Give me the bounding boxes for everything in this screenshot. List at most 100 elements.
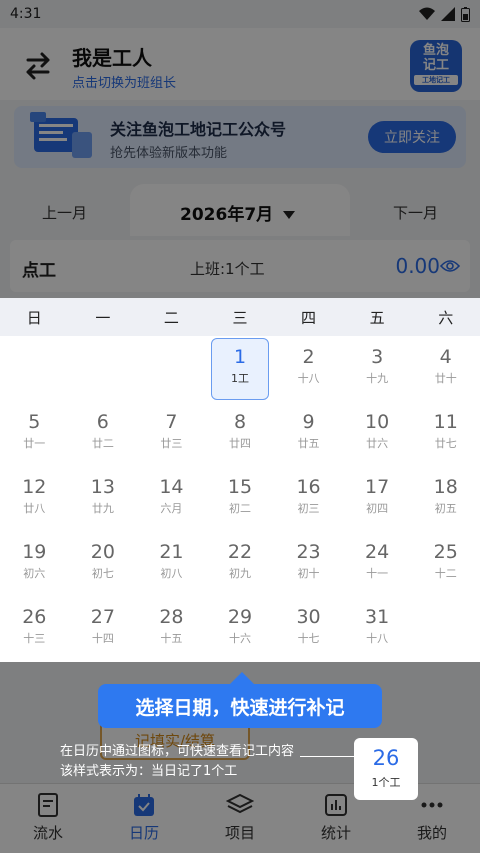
calendar-day-cell[interactable]: 18 初五 (411, 466, 480, 531)
day-lunar-label: 十九 (366, 372, 389, 385)
calendar-day-cell[interactable]: 3 十九 (343, 336, 412, 401)
day-number: 6 (96, 411, 109, 433)
weekday-label: 二 (163, 308, 179, 327)
day-number: 28 (159, 606, 184, 628)
calendar-day-cell[interactable]: 10 廿六 (343, 401, 412, 466)
day-lunar-label: 初八 (160, 567, 183, 580)
day-lunar-label: 廿八 (23, 502, 46, 515)
calendar-day-cell[interactable]: 30 十七 (274, 596, 343, 661)
day-lunar-label: 廿一 (23, 437, 46, 450)
tip-description-1: 在日历中通过图标，可快速查看记工内容 (60, 744, 295, 759)
calendar-day-cell[interactable]: 26 十三 (0, 596, 69, 661)
calendar-day-cell[interactable]: 16 初三 (274, 466, 343, 531)
calendar-day-cell[interactable]: 24 十一 (343, 531, 412, 596)
weekday-header: 日 一 二 三 四 五 六 (0, 298, 480, 336)
day-number: 1 (233, 346, 247, 368)
day-lunar-label: 十四 (91, 632, 114, 645)
calendar-day-cell[interactable]: 15 初二 (206, 466, 275, 531)
calendar-day-cell[interactable]: 13 廿九 (69, 466, 138, 531)
example-day-number: 26 (372, 746, 400, 770)
day-number: 12 (22, 476, 47, 498)
weekday-label: 日 (26, 308, 42, 327)
calendar-day-cell[interactable]: 28 十五 (137, 596, 206, 661)
day-lunar-label: 十三 (23, 632, 46, 645)
weekday-label: 三 (232, 308, 248, 327)
calendar-day-cell[interactable]: 27 十四 (69, 596, 138, 661)
calendar-day-cell[interactable]: 21 初八 (137, 531, 206, 596)
calendar-empty-cell (69, 336, 138, 401)
calendar-day-cell[interactable]: 22 初九 (206, 531, 275, 596)
day-number: 8 (233, 411, 247, 433)
calendar-day-cell[interactable]: 5 廿一 (0, 401, 69, 466)
day-number: 21 (159, 541, 184, 563)
day-number: 18 (433, 476, 458, 498)
tip-title: 选择日期，快速进行补记 (98, 684, 382, 728)
day-lunar-label: 廿十 (434, 372, 457, 385)
calendar-weeks: 1 1工 2 十八 3 十九 4 廿十 5 廿一 6 廿二 7 廿三 8 廿四 9 廿五 10 廿六 11 廿七 12 廿八 1… (0, 336, 480, 661)
calendar-day-cell[interactable]: 4 廿十 (411, 336, 480, 401)
day-lunar-label: 十二 (434, 567, 457, 580)
day-lunar-label: 初三 (297, 502, 320, 515)
calendar-week-row: 19 初六 20 初七 21 初八 22 初九 23 初十 24 十一 25 十二 (0, 531, 480, 596)
day-lunar-label: 廿六 (366, 437, 389, 450)
day-number: 23 (296, 541, 321, 563)
day-number: 16 (296, 476, 321, 498)
day-number: 11 (433, 411, 458, 433)
day-number: 25 (433, 541, 458, 563)
day-lunar-label: 初十 (297, 567, 320, 580)
weekday-label: 六 (438, 308, 454, 327)
weekday-label: 四 (301, 308, 317, 327)
day-number: 5 (28, 411, 41, 433)
calendar-empty-cell (137, 336, 206, 401)
tip-description-2: 该样式表示为：当日记了1个工 (60, 764, 238, 779)
tip-arrow (230, 672, 254, 684)
day-lunar-label: 十一 (366, 567, 389, 580)
calendar-day-cell[interactable]: 6 廿二 (69, 401, 138, 466)
day-lunar-label: 十八 (366, 632, 389, 645)
calendar-day-cell[interactable]: 1 1工 (206, 336, 275, 401)
day-lunar-label: 初六 (23, 567, 46, 580)
calendar-day-cell[interactable]: 29 十六 (206, 596, 275, 661)
day-number: 26 (22, 606, 47, 628)
calendar-day-cell[interactable]: 2 十八 (274, 336, 343, 401)
day-number: 22 (227, 541, 253, 563)
calendar-day-cell[interactable]: 14 六月 (137, 466, 206, 531)
calendar-day-cell[interactable]: 31 十八 (343, 596, 412, 661)
day-number: 7 (165, 411, 178, 433)
calendar-day-cell[interactable]: 12 廿八 (0, 466, 69, 531)
day-lunar-label: 六月 (160, 502, 183, 515)
day-number: 2 (302, 346, 315, 368)
calendar-day-cell[interactable]: 9 廿五 (274, 401, 343, 466)
calendar-day-cell[interactable]: 25 十二 (411, 531, 480, 596)
calendar-week-row: 5 廿一 6 廿二 7 廿三 8 廿四 9 廿五 10 廿六 11 廿七 (0, 401, 480, 466)
day-number: 31 (365, 606, 390, 628)
day-number: 9 (302, 411, 315, 433)
calendar-day-cell[interactable]: 17 初四 (343, 466, 412, 531)
day-lunar-label: 初四 (366, 502, 389, 515)
calendar-day-cell[interactable]: 19 初六 (0, 531, 69, 596)
weekday-label: 一 (95, 308, 111, 327)
calendar-day-cell[interactable]: 8 廿四 (206, 401, 275, 466)
day-number: 15 (227, 476, 253, 498)
calendar-day-cell[interactable]: 11 廿七 (411, 401, 480, 466)
day-lunar-label: 十七 (297, 632, 320, 645)
day-lunar-label: 初二 (228, 502, 251, 515)
day-number: 29 (227, 606, 253, 628)
day-lunar-label: 初九 (228, 567, 251, 580)
weekday-label: 五 (369, 308, 385, 327)
day-number: 19 (22, 541, 47, 563)
tip-connector (300, 756, 354, 757)
day-number: 4 (439, 346, 452, 368)
calendar-day-cell[interactable]: 23 初十 (274, 531, 343, 596)
calendar-day-cell[interactable]: 7 廿三 (137, 401, 206, 466)
day-number: 13 (90, 476, 115, 498)
day-lunar-label: 廿二 (91, 437, 114, 450)
day-number: 30 (296, 606, 321, 628)
example-day-label: 1个工 (371, 776, 401, 789)
day-lunar-label: 廿四 (228, 437, 251, 450)
day-lunar-label: 十六 (228, 632, 251, 645)
day-number: 10 (365, 411, 390, 433)
calendar-empty-cell (0, 336, 69, 401)
calendar-day-cell[interactable]: 20 初七 (69, 531, 138, 596)
day-number: 17 (365, 476, 390, 498)
